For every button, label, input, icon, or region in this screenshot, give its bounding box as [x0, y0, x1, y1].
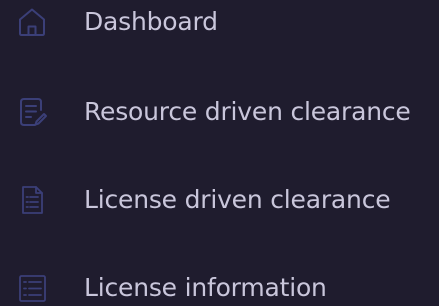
document-edit-icon — [14, 94, 50, 130]
list-icon — [14, 270, 50, 306]
sidebar-item-license-information[interactable]: License information — [0, 263, 439, 306]
home-icon — [14, 4, 50, 40]
sidebar-item-license-driven-clearance[interactable]: License driven clearance — [0, 175, 439, 225]
sidebar-item-dashboard[interactable]: Dashboard — [0, 0, 439, 47]
sidebar-item-label: License information — [84, 272, 327, 302]
sidebar-item-label: Resource driven clearance — [84, 96, 411, 126]
sidebar-item-label: Dashboard — [84, 6, 218, 36]
sidebar-item-label: License driven clearance — [84, 184, 391, 214]
document-lines-icon — [14, 182, 50, 218]
sidebar-item-resource-driven-clearance[interactable]: Resource driven clearance — [0, 87, 439, 137]
sidebar-nav: Dashboard Resource driven clearance Lice… — [0, 0, 439, 306]
